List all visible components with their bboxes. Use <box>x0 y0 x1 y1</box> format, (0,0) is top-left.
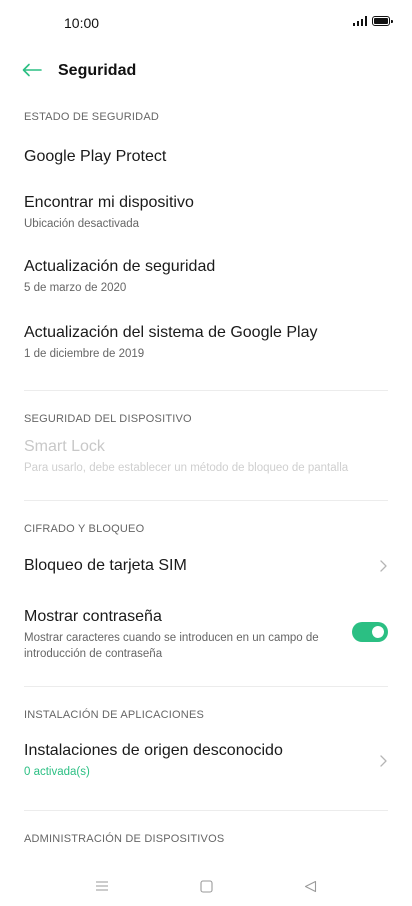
status-bar: 10:00 <box>0 0 412 46</box>
google-play-system-update-item[interactable]: Actualización del sistema de Google Play… <box>0 310 412 376</box>
item-subtitle: 1 de diciembre de 2019 <box>24 348 145 360</box>
smart-lock-item: Smart Lock Para usarlo, debe establecer … <box>0 430 412 492</box>
navigation-bar <box>0 866 412 906</box>
battery-icon <box>372 16 393 26</box>
signal-icon <box>352 16 367 26</box>
item-title: Actualización de seguridad <box>24 258 216 275</box>
chevron-right-icon <box>380 755 387 767</box>
back-arrow-icon <box>22 63 42 77</box>
back-button[interactable] <box>16 54 48 86</box>
chevron-right-icon <box>380 560 387 572</box>
item-subtitle: Para usarlo, debe establecer un método d… <box>24 462 349 474</box>
page-title: Seguridad <box>58 62 137 79</box>
google-play-protect-item[interactable]: Google Play Protect <box>0 128 412 178</box>
status-time: 10:00 <box>64 15 100 31</box>
show-password-item[interactable]: Mostrar contraseña Mostrar caracteres cu… <box>0 592 412 672</box>
menu-icon <box>96 881 108 891</box>
menu-button[interactable] <box>90 874 114 898</box>
home-square-icon <box>199 879 213 893</box>
section-header-encryption: CIFRADO Y BLOQUEO <box>24 523 145 535</box>
app-bar: Seguridad <box>0 46 412 96</box>
item-title: Bloqueo de tarjeta SIM <box>24 557 187 574</box>
item-title: Google Play Protect <box>24 148 167 165</box>
section-header-security-status: ESTADO DE SEGURIDAD <box>24 111 160 123</box>
item-title: Smart Lock <box>24 438 105 455</box>
item-title: Encontrar mi dispositivo <box>24 194 194 211</box>
item-title: Mostrar contraseña <box>24 608 162 625</box>
home-button[interactable] <box>194 874 218 898</box>
divider <box>24 500 388 501</box>
security-update-item[interactable]: Actualización de seguridad 5 de marzo de… <box>0 244 412 310</box>
divider <box>24 810 388 811</box>
sim-lock-item[interactable]: Bloqueo de tarjeta SIM <box>0 540 412 592</box>
unknown-sources-item[interactable]: Instalaciones de origen desconocido 0 ac… <box>0 726 412 796</box>
item-subtitle: Mostrar caracteres cuando se introducen … <box>24 632 319 660</box>
item-title: Actualización del sistema de Google Play <box>24 324 318 341</box>
item-subtitle: 0 activada(s) <box>24 766 90 778</box>
section-header-app-install: INSTALACIÓN DE APLICACIONES <box>24 709 205 721</box>
toggle-knob <box>372 626 384 638</box>
status-icons <box>352 16 393 26</box>
find-my-device-item[interactable]: Encontrar mi dispositivo Ubicación desac… <box>0 178 412 244</box>
item-subtitle: Ubicación desactivada <box>24 218 140 230</box>
divider <box>24 686 388 687</box>
section-header-device-admin: ADMINISTRACIÓN DE DISPOSITIVOS <box>24 833 225 845</box>
divider <box>24 390 388 391</box>
show-password-toggle[interactable] <box>352 622 388 642</box>
back-nav-button[interactable] <box>298 874 322 898</box>
item-title: Instalaciones de origen desconocido <box>24 742 283 759</box>
back-triangle-icon <box>304 880 316 892</box>
section-header-device-security: SEGURIDAD DEL DISPOSITIVO <box>24 413 192 425</box>
item-subtitle: 5 de marzo de 2020 <box>24 282 127 294</box>
